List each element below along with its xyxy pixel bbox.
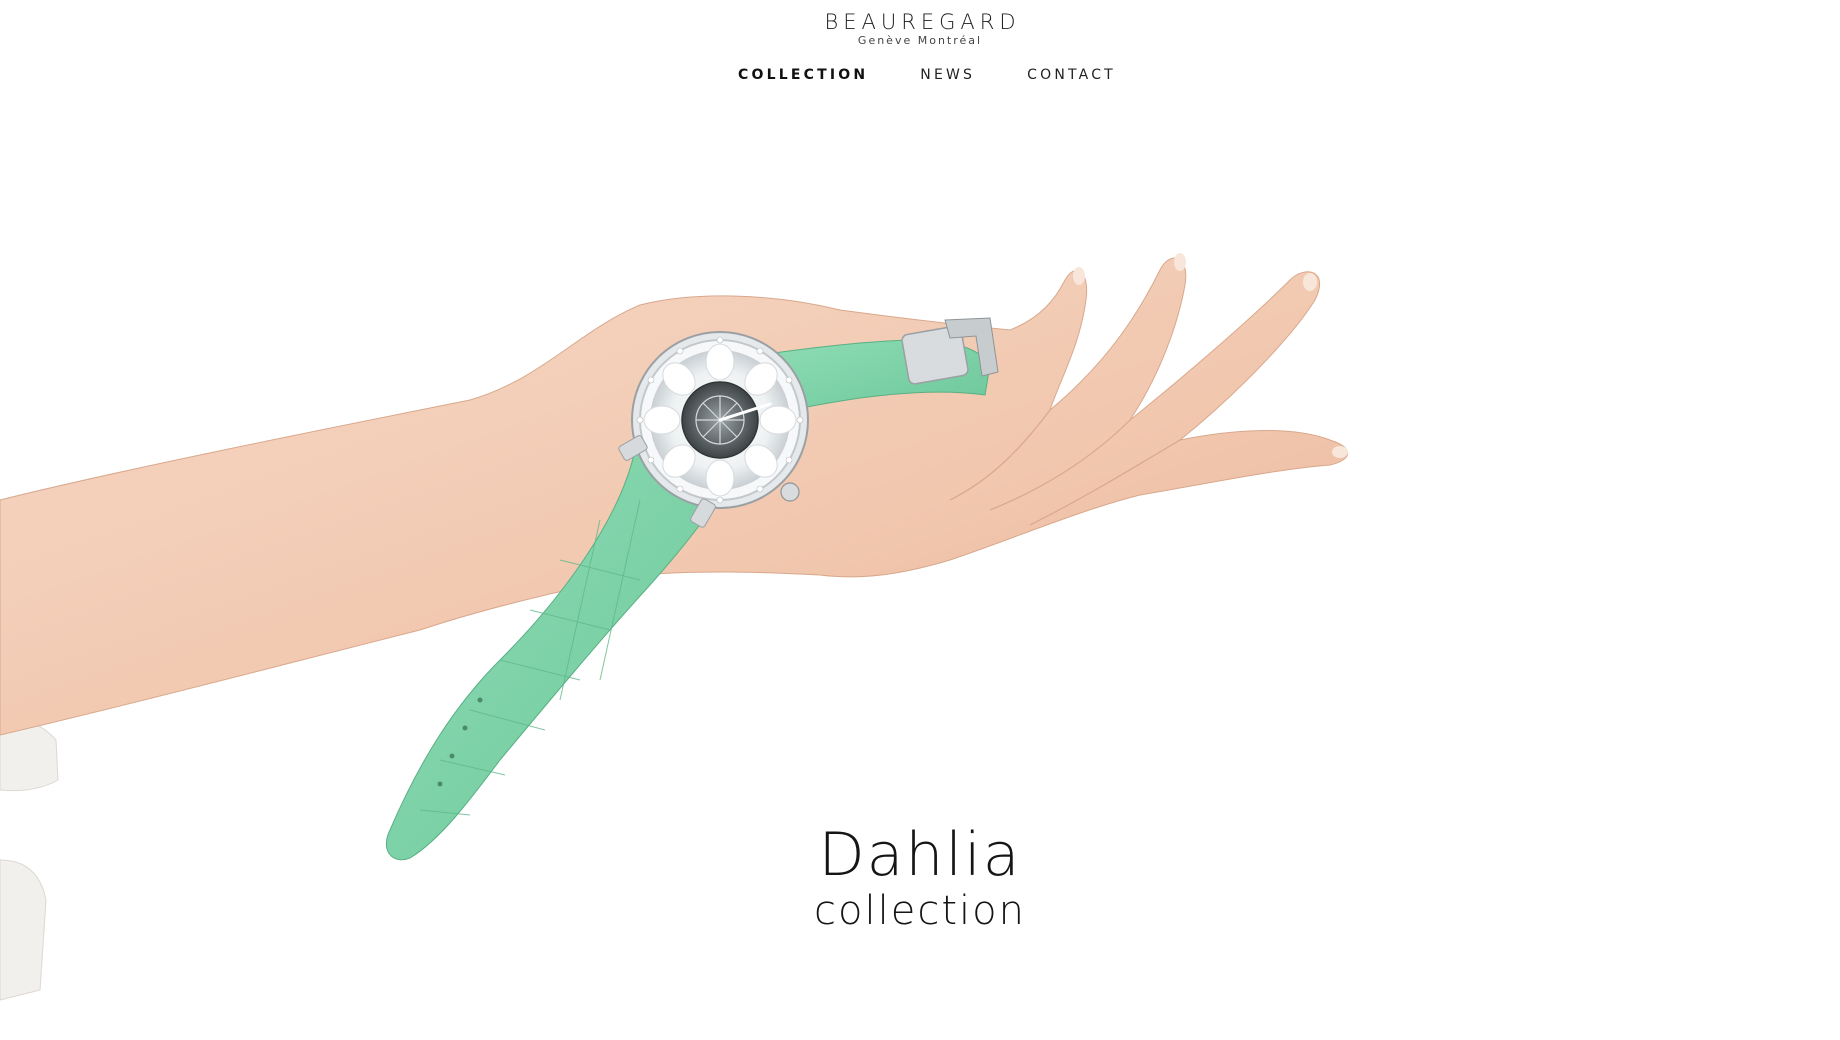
nav-item-collection[interactable]: COLLECTION <box>738 66 868 84</box>
brand-logo-link[interactable]: BEAUREGARD Genève Montréal <box>0 10 1840 48</box>
site-header: BEAUREGARD Genève Montréal COLLECTION NE… <box>0 0 1840 100</box>
main-nav: COLLECTION NEWS CONTACT <box>0 66 1840 84</box>
nav-item-contact[interactable]: CONTACT <box>1027 66 1116 84</box>
nav-item-news[interactable]: NEWS <box>920 66 975 84</box>
hero-subtitle: collection <box>814 888 1026 934</box>
brand-tagline: Genève Montréal <box>857 34 983 47</box>
hero-title: Dahlia <box>818 820 1022 890</box>
hero-title-block[interactable]: Dahlia collection <box>0 820 1840 932</box>
brand-name: BEAUREGARD <box>824 10 1021 34</box>
